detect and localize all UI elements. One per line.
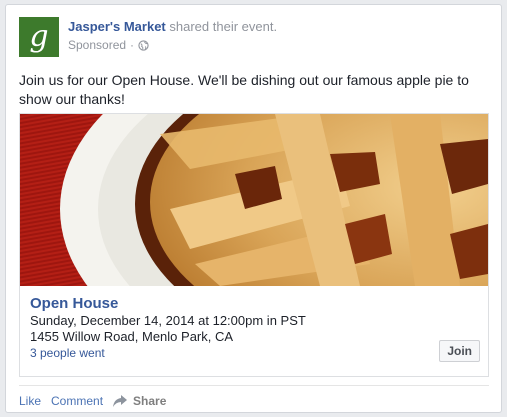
avatar[interactable]: g [19, 17, 59, 57]
avatar-logo-letter: g [29, 19, 49, 54]
meta-separator: · [130, 38, 135, 52]
share-button[interactable]: Share [113, 394, 166, 408]
event-details: Open House Sunday, December 14, 2014 at … [30, 294, 478, 361]
event-attachment[interactable]: Open House Sunday, December 14, 2014 at … [19, 113, 489, 377]
event-address: 1455 Willow Road, Menlo Park, CA [30, 329, 234, 344]
sponsored-post-card: g Jasper's Market shared their event. Sp… [5, 4, 502, 413]
globe-icon[interactable] [138, 39, 149, 51]
sponsored-label[interactable]: Sponsored [68, 38, 126, 52]
event-attendance-count[interactable]: 3 people went [30, 345, 478, 361]
post-message: Join us for our Open House. We'll be dis… [19, 72, 469, 107]
share-arrow-icon [113, 395, 128, 407]
event-date: Sunday, December 14, 2014 at 12:00pm in … [30, 313, 306, 328]
post-header: g Jasper's Market shared their event. Sp… [19, 17, 489, 59]
post-action-text: shared their event. [169, 19, 278, 34]
post-meta: Sponsored · [68, 38, 149, 52]
join-button[interactable]: Join [439, 340, 480, 362]
event-title[interactable]: Open House [30, 294, 478, 313]
like-button[interactable]: Like [19, 394, 41, 408]
page-name-link[interactable]: Jasper's Market [68, 19, 166, 34]
comment-button[interactable]: Comment [51, 394, 103, 408]
event-photo-apple-pie[interactable] [20, 114, 488, 286]
footer-divider [19, 385, 489, 386]
post-actions-bar: Like Comment Share [19, 394, 166, 408]
post-headline: Jasper's Market shared their event. [68, 18, 277, 35]
share-label: Share [133, 394, 167, 408]
